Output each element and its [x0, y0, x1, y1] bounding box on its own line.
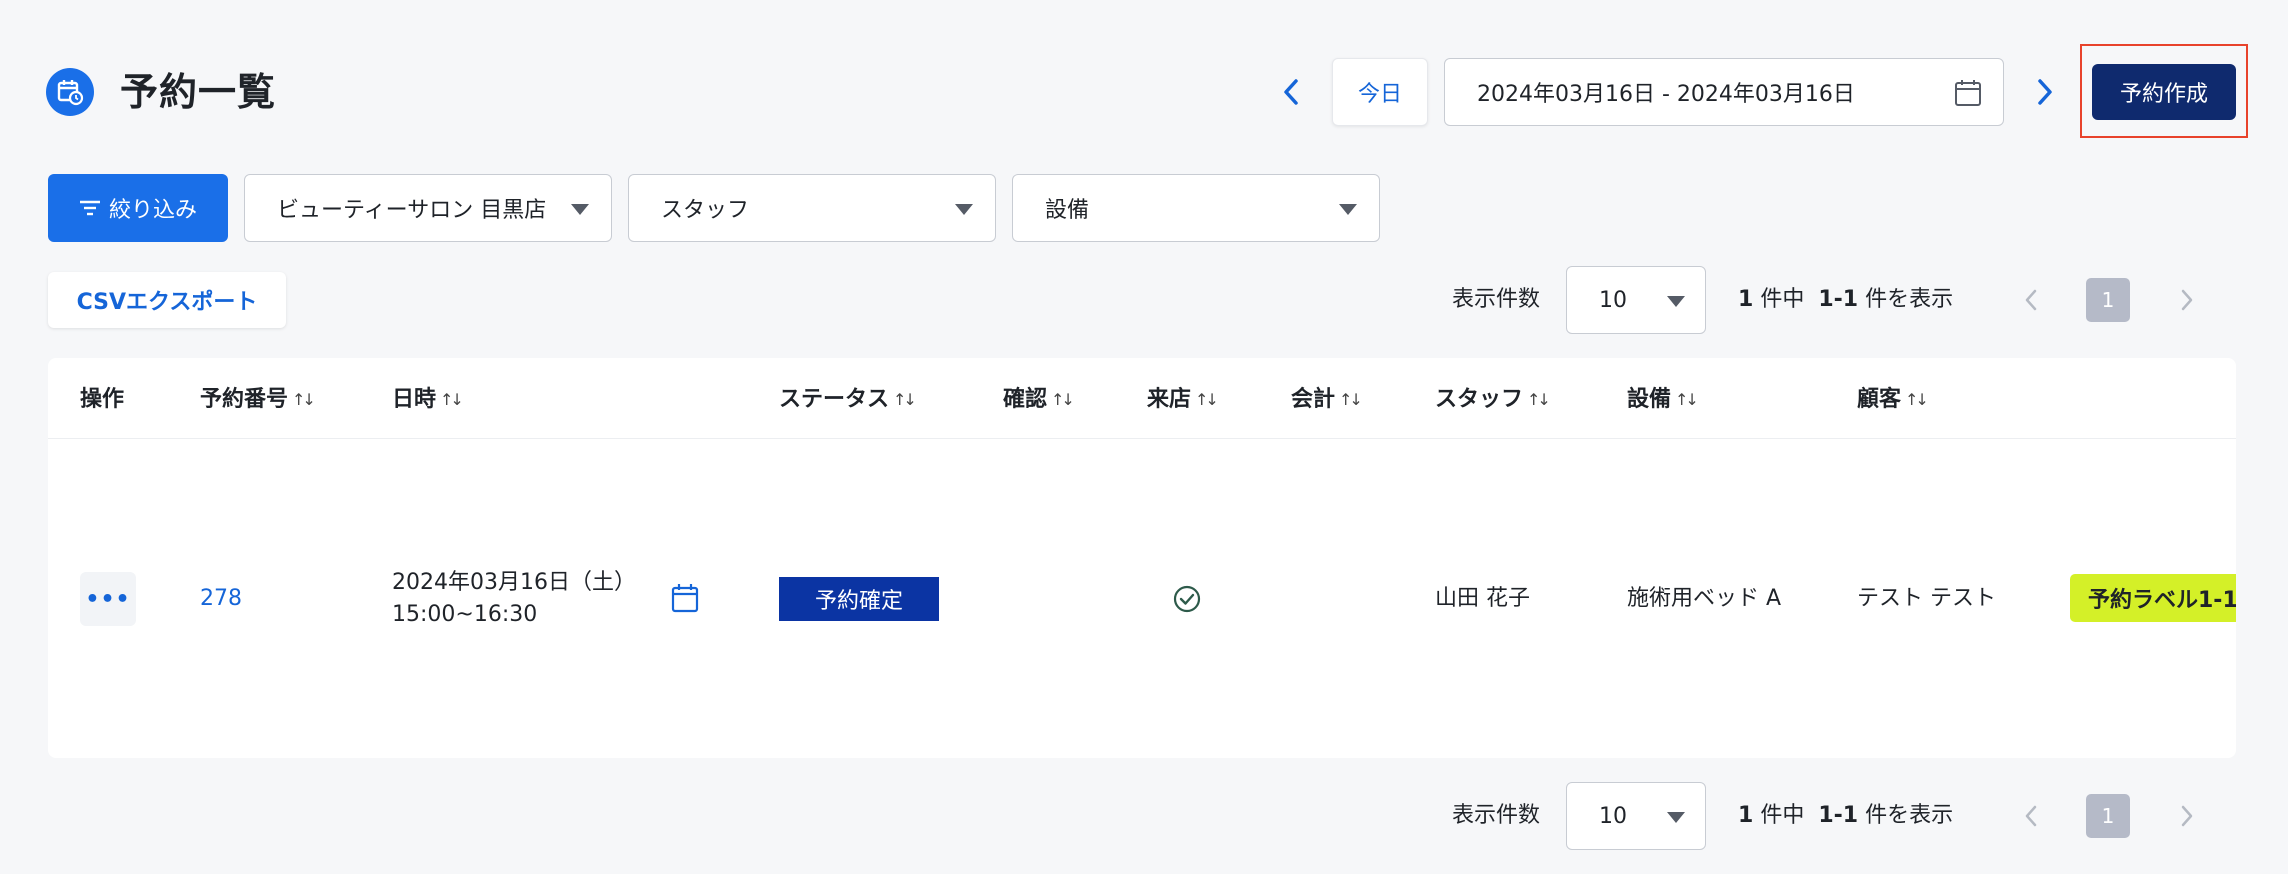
prev-page-button[interactable] — [2016, 280, 2046, 320]
reservation-label-badge: 予約ラベル1-1 — [2070, 574, 2236, 622]
chevron-left-icon — [2025, 289, 2037, 311]
staff-select[interactable]: スタッフ — [628, 174, 996, 242]
chevron-down-icon — [955, 204, 973, 215]
sort-icon[interactable]: ↑↓ — [1527, 384, 1551, 416]
sort-icon[interactable]: ↑↓ — [1339, 384, 1363, 416]
customer-name: テスト テスト — [1857, 586, 1996, 611]
chevron-right-icon — [2181, 805, 2193, 827]
column-header-equipment[interactable]: 設備 ↑↓ — [1627, 384, 1699, 416]
chevron-down-icon — [571, 204, 589, 215]
equipment-name: 施術用ベッド A — [1627, 586, 1782, 611]
column-header-actions: 操作 — [80, 387, 125, 412]
per-page-select[interactable]: 10 — [1566, 266, 1706, 334]
store-select-value: ビューティーサロン 目黒店 — [277, 198, 547, 223]
equipment-select-placeholder: 設備 — [1045, 198, 1090, 223]
row-actions-button[interactable]: ••• — [80, 572, 136, 626]
sort-icon[interactable]: ↑↓ — [893, 384, 917, 416]
filter-label: 絞り込み — [108, 198, 197, 223]
prev-page-button[interactable] — [2016, 796, 2046, 836]
sort-icon[interactable]: ↑↓ — [292, 384, 316, 416]
equipment-select[interactable]: 設備 — [1012, 174, 1380, 242]
add-calendar-icon[interactable] — [670, 582, 700, 624]
column-header-confirm[interactable]: 確認 ↑↓ — [1003, 384, 1075, 416]
column-header-customer[interactable]: 顧客 ↑↓ — [1857, 384, 1929, 416]
header-divider — [48, 438, 2236, 439]
sort-icon[interactable]: ↑↓ — [1675, 384, 1699, 416]
more-icon: ••• — [85, 586, 131, 612]
column-header-datetime[interactable]: 日時 ↑↓ — [392, 384, 464, 416]
date-range-value: 2024年03月16日 - 2024年03月16日 — [1477, 82, 1855, 107]
today-button[interactable]: 今日 — [1332, 58, 1428, 126]
visited-check-icon — [1172, 584, 1202, 624]
column-header-number[interactable]: 予約番号 ↑↓ — [200, 384, 316, 416]
reservation-time: 15:00~16:30 — [392, 602, 538, 627]
chevron-down-icon — [1339, 204, 1357, 215]
staff-select-placeholder: スタッフ — [661, 198, 750, 223]
next-page-button[interactable] — [2172, 796, 2202, 836]
page-number-button[interactable]: 1 — [2086, 794, 2130, 838]
calendar-icon — [1953, 78, 1983, 114]
staff-name: 山田 花子 — [1435, 586, 1530, 611]
chevron-left-icon — [2025, 805, 2037, 827]
filter-icon — [79, 200, 100, 216]
page-title: 予約一覧 — [120, 70, 277, 114]
chevron-down-icon — [1667, 812, 1685, 823]
date-range-picker[interactable]: 2024年03月16日 - 2024年03月16日 — [1444, 58, 2004, 126]
create-reservation-button[interactable]: 予約作成 — [2092, 64, 2236, 120]
filter-button[interactable]: 絞り込み — [48, 174, 228, 242]
chevron-down-icon — [1667, 296, 1685, 307]
per-page-value: 10 — [1599, 803, 1627, 829]
column-header-status[interactable]: ステータス ↑↓ — [779, 384, 917, 416]
result-count: 1 件中 1-1 件を表示 — [1738, 287, 1954, 312]
chevron-right-icon — [2038, 79, 2052, 105]
chevron-right-icon — [2181, 289, 2193, 311]
column-header-staff[interactable]: スタッフ ↑↓ — [1435, 384, 1551, 416]
per-page-label: 表示件数 — [1452, 287, 1541, 312]
column-header-visit[interactable]: 来店 ↑↓ — [1147, 384, 1219, 416]
status-badge: 予約確定 — [779, 577, 939, 621]
sort-icon[interactable]: ↑↓ — [1051, 384, 1075, 416]
per-page-value: 10 — [1599, 287, 1627, 313]
sort-icon[interactable]: ↑↓ — [1195, 384, 1219, 416]
reservation-date: 2024年03月16日（土） — [392, 570, 636, 595]
csv-export-button[interactable]: CSVエクスポート — [48, 272, 286, 328]
reservation-table: 操作 予約番号 ↑↓ 日時 ↑↓ ステータス ↑↓ 確認 ↑↓ 来店 ↑↓ 会計 ↑↓ スタ… — [48, 358, 2236, 758]
per-page-label: 表示件数 — [1452, 803, 1541, 828]
sort-icon[interactable]: ↑↓ — [440, 384, 464, 416]
store-select[interactable]: ビューティーサロン 目黒店 — [244, 174, 612, 242]
sort-icon[interactable]: ↑↓ — [1905, 384, 1929, 416]
calendar-clock-icon — [46, 68, 94, 116]
result-count: 1 件中 1-1 件を表示 — [1738, 803, 1954, 828]
next-date-button[interactable] — [2030, 70, 2060, 114]
prev-date-button[interactable] — [1276, 70, 1306, 114]
page-number-button[interactable]: 1 — [2086, 278, 2130, 322]
per-page-select[interactable]: 10 — [1566, 782, 1706, 850]
reservation-number-link[interactable]: 278 — [200, 583, 242, 615]
column-header-payment[interactable]: 会計 ↑↓ — [1291, 384, 1363, 416]
next-page-button[interactable] — [2172, 280, 2202, 320]
chevron-left-icon — [1284, 79, 1298, 105]
